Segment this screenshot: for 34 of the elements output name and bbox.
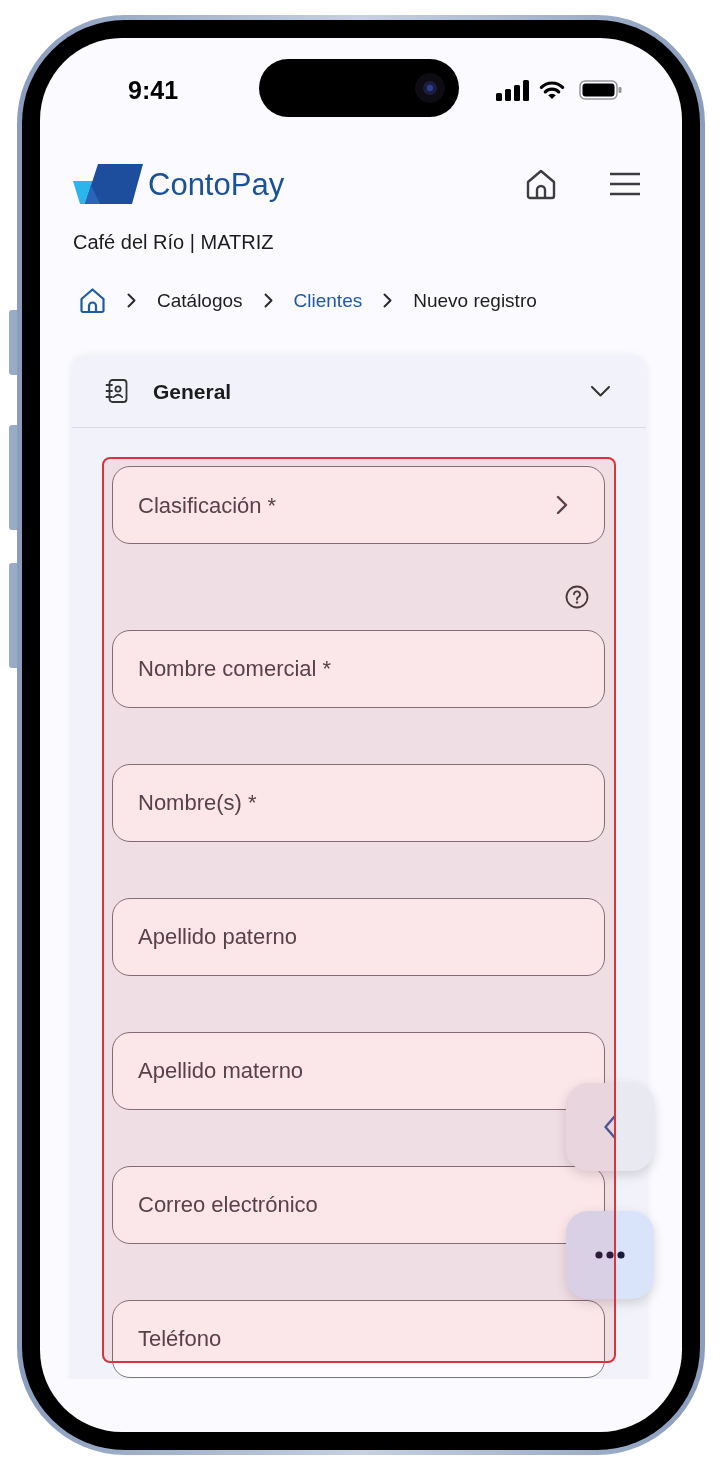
logo-icon [73, 162, 144, 206]
back-button[interactable] [566, 1083, 654, 1171]
help-icon[interactable] [565, 585, 589, 609]
status-time: 9:41 [128, 77, 179, 103]
chevron-right-icon [127, 292, 136, 308]
signal-icon [496, 79, 529, 101]
chevron-right-icon [556, 495, 568, 515]
select-field[interactable]: Clasificación * [112, 466, 605, 544]
breadcrumb-item: Nuevo registro [413, 290, 537, 310]
breadcrumb-item: Catálogos [157, 290, 243, 310]
business-name: Café del Río | MATRIZ [73, 230, 274, 255]
address-book-icon [105, 379, 128, 403]
chevron-left-icon [603, 1114, 617, 1140]
home-icon[interactable] [524, 167, 558, 201]
input-field[interactable]: Teléfono [112, 1300, 605, 1378]
chevron-right-icon [383, 292, 393, 308]
chevron-right-icon [263, 292, 273, 308]
input-field[interactable]: Correo electrónico [112, 1166, 605, 1244]
more-icon [595, 1251, 625, 1259]
battery-icon [579, 80, 622, 100]
input-field[interactable]: Nombre comercial * [112, 630, 605, 708]
input-field[interactable]: Apellido materno [112, 1032, 605, 1110]
wifi-icon [539, 80, 565, 100]
side-key-drawing [9, 310, 17, 375]
camera-lens-icon [415, 73, 445, 103]
logo-text: ContoPay [148, 168, 285, 200]
breadcrumb-link[interactable]: Clientes [293, 290, 363, 310]
input-field[interactable]: Nombre(s) * [112, 764, 605, 842]
chevron-down-icon[interactable] [591, 385, 610, 397]
input-field[interactable]: Apellido paterno [112, 898, 605, 976]
menu-icon[interactable] [610, 172, 640, 196]
section-title: General [153, 380, 232, 402]
more-button[interactable] [566, 1211, 654, 1299]
home-icon[interactable] [79, 286, 106, 314]
